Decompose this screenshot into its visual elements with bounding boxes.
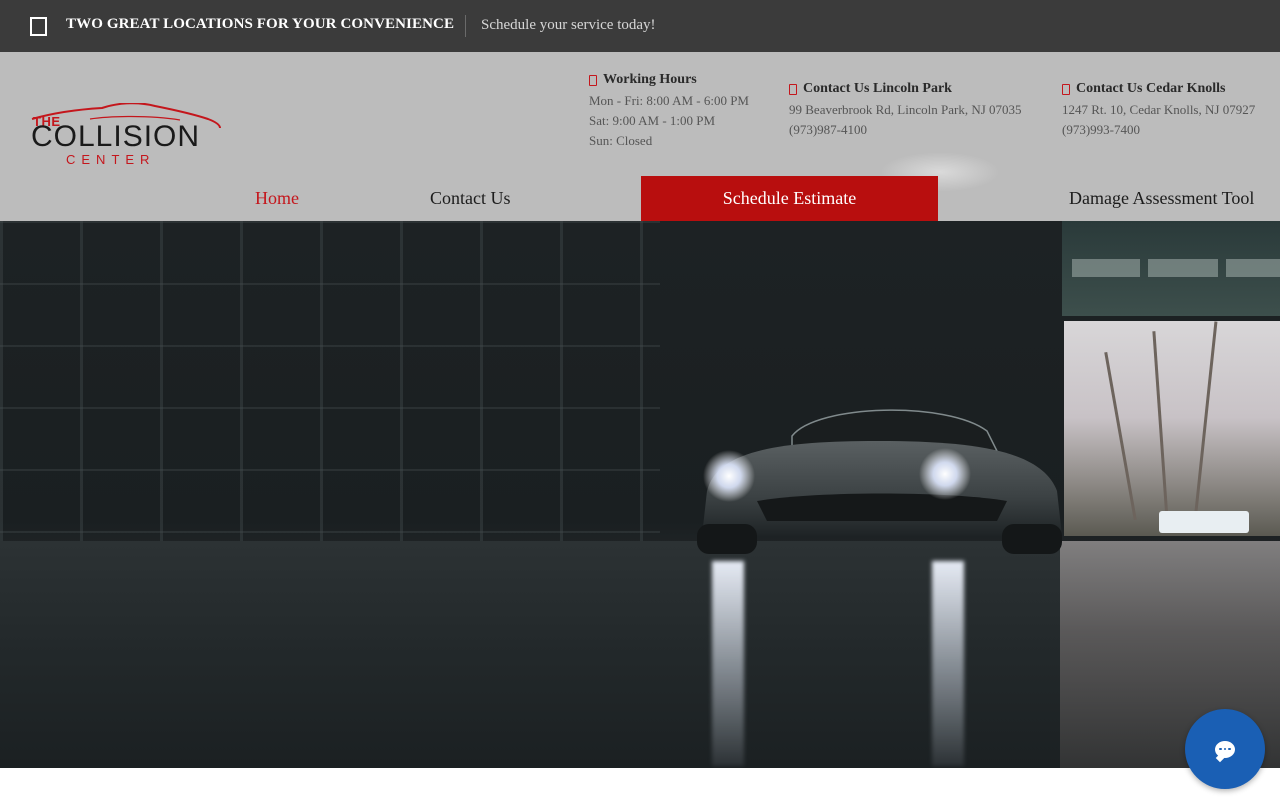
garage-door: [1062, 221, 1280, 316]
chat-button[interactable]: [1185, 709, 1265, 789]
sports-car: [697, 409, 1062, 554]
hours-sunday: Sun: Closed: [589, 133, 653, 148]
site-logo[interactable]: THE COLLISION CENTER: [30, 103, 225, 169]
outdoor-view: [1064, 321, 1280, 536]
divider: [465, 15, 466, 37]
hours-weekdays: Mon - Fri: 8:00 AM - 6:00 PM: [589, 93, 749, 108]
phone-icon: [1062, 83, 1070, 95]
working-hours-block: Working Hours Mon - Fri: 8:00 AM - 6:00 …: [589, 70, 749, 151]
hero-image: [0, 221, 1280, 768]
lincoln-park-address[interactable]: 99 Beaverbrook Rd, Lincoln Park, NJ 0703…: [789, 100, 1022, 120]
cedar-knolls-phone[interactable]: (973)993-7400: [1062, 120, 1255, 140]
phone-icon: [789, 83, 797, 95]
clock-icon: [589, 74, 597, 86]
square-icon: [30, 17, 47, 36]
nav-damage-assessment-tool[interactable]: Damage Assessment Tool: [1069, 176, 1254, 221]
headlight-reflection: [712, 561, 744, 766]
locations-headline: TWO GREAT LOCATIONS FOR YOUR CONVENIENCE: [66, 16, 455, 32]
nav-contact-us[interactable]: Contact Us: [430, 176, 511, 221]
nav-home[interactable]: Home: [255, 176, 299, 221]
cedar-knolls-title: Contact Us Cedar Knolls: [1076, 81, 1226, 96]
hours-saturday: Sat: 9:00 AM - 1:00 PM: [589, 113, 716, 128]
cedar-knolls-address[interactable]: 1247 Rt. 10, Cedar Knolls, NJ 07927: [1062, 100, 1255, 120]
nav-schedule-estimate-button[interactable]: Schedule Estimate: [641, 176, 938, 221]
site-header: THE COLLISION CENTER Working Hours Mon -…: [0, 52, 1280, 221]
logo-collision: COLLISION: [31, 120, 201, 153]
cedar-knolls-block: Contact Us Cedar Knolls 1247 Rt. 10, Ced…: [1062, 79, 1255, 140]
working-hours-title: Working Hours: [603, 72, 697, 87]
logo-center: CENTER: [66, 152, 156, 167]
lincoln-park-block: Contact Us Lincoln Park 99 Beaverbrook R…: [789, 79, 1022, 140]
lincoln-park-phone[interactable]: (973)987-4100: [789, 120, 1022, 140]
top-announcement-bar: TWO GREAT LOCATIONS FOR YOUR CONVENIENCE…: [0, 0, 1280, 52]
schedule-service-text: Schedule your service today!: [481, 17, 656, 33]
lincoln-park-title: Contact Us Lincoln Park: [803, 81, 952, 96]
headlight-reflection: [932, 561, 964, 766]
chat-bubble-icon: [1215, 740, 1235, 758]
